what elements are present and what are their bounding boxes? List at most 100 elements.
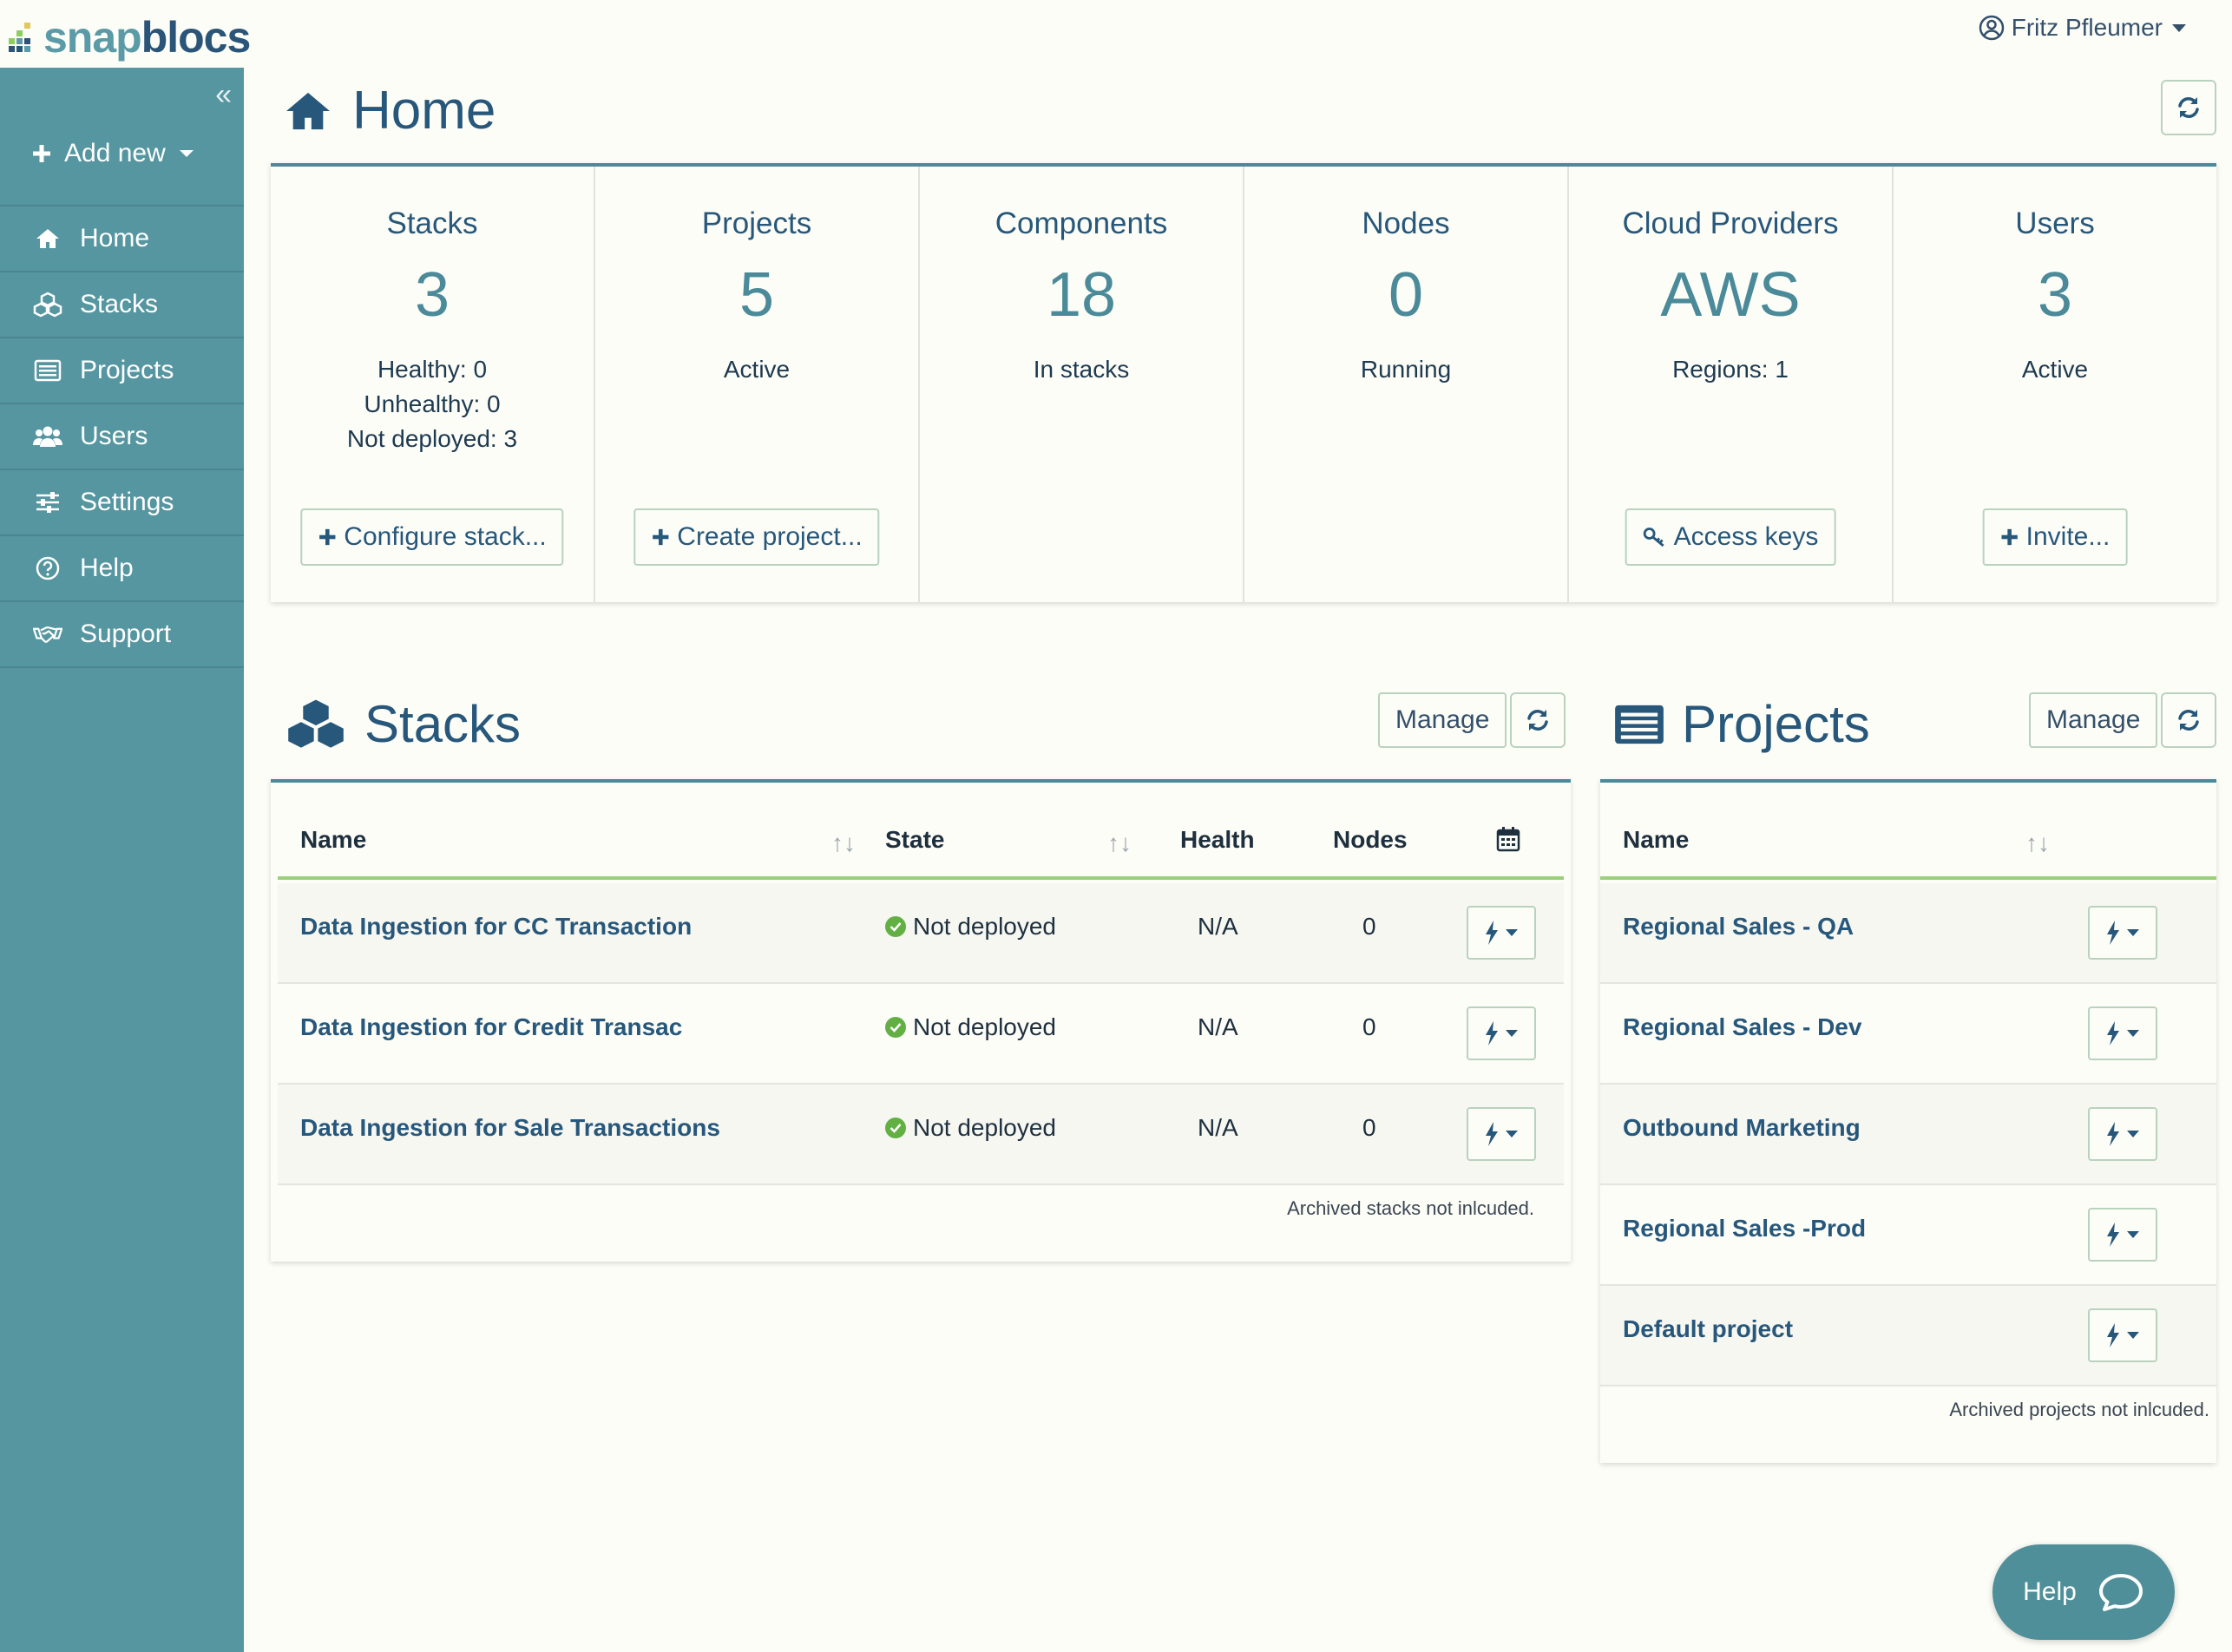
- sort-icon[interactable]: ↑↓: [831, 829, 856, 857]
- project-name-link[interactable]: Regional Sales -Prod: [1623, 1215, 1866, 1242]
- bolt-icon: [2105, 1121, 2121, 1147]
- brand-logo[interactable]: snapblocs: [9, 12, 251, 62]
- summary-unhealthy: Unhealthy: 0: [364, 390, 501, 417]
- sidebar-item-label: Users: [80, 422, 148, 450]
- home-icon: [33, 227, 62, 250]
- table-row: Data Ingestion for Sale Transactions Not…: [278, 1085, 1564, 1185]
- stack-nodes: 0: [1362, 1013, 1376, 1040]
- stack-state: Not deployed: [885, 913, 1056, 941]
- stacks-title: Stacks: [364, 695, 522, 753]
- users-icon: [33, 424, 62, 449]
- refresh-projects-button[interactable]: [2161, 692, 2216, 748]
- bolt-icon: [1484, 1121, 1500, 1147]
- summary-sub: In stacks: [1033, 356, 1130, 383]
- projects-heading: Projects: [1612, 694, 1870, 754]
- user-menu[interactable]: Fritz Pfleumer: [1979, 14, 2189, 42]
- sidebar-item-support[interactable]: Support: [0, 602, 244, 668]
- sidebar-item-projects[interactable]: Projects: [0, 338, 244, 404]
- stack-actions-dropdown[interactable]: [1467, 1107, 1536, 1161]
- table-row: Regional Sales - Dev: [1600, 984, 2216, 1085]
- help-widget-label: Help: [2023, 1577, 2077, 1606]
- key-icon: [1643, 527, 1667, 547]
- page-title: Home: [352, 81, 496, 141]
- summary-value: AWS: [1660, 260, 1801, 330]
- sidebar-item-home[interactable]: Home: [0, 206, 244, 272]
- configure-stack-button[interactable]: Configure stack...: [300, 508, 564, 566]
- column-header-state[interactable]: State: [885, 826, 944, 854]
- manage-stacks-button[interactable]: Manage: [1378, 692, 1507, 748]
- sidebar-item-users[interactable]: Users: [0, 404, 244, 470]
- invite-button[interactable]: Invite...: [1982, 508, 2128, 566]
- summary-sub: Regions: 1: [1672, 356, 1789, 383]
- column-header-name[interactable]: Name: [300, 826, 366, 854]
- table-row: Outbound Marketing: [1600, 1085, 2216, 1185]
- project-name-link[interactable]: Regional Sales - Dev: [1623, 1013, 1861, 1041]
- plus-icon: [318, 528, 337, 547]
- project-actions-dropdown[interactable]: [2088, 1308, 2157, 1362]
- project-actions-dropdown[interactable]: [2088, 1107, 2157, 1161]
- stack-name-link[interactable]: Data Ingestion for CC Transaction: [300, 913, 692, 941]
- caret-down-icon: [2126, 1029, 2140, 1038]
- refresh-page-button[interactable]: [2161, 80, 2216, 135]
- stacks-table: Name ↑↓ State ↑↓ Health Nodes Data Inges…: [271, 779, 1571, 1262]
- cubes-icon: [283, 697, 349, 752]
- stacks-table-header: Name ↑↓ State ↑↓ Health Nodes: [278, 800, 1564, 880]
- create-project-button[interactable]: Create project...: [633, 508, 880, 566]
- bolt-icon: [1484, 1020, 1500, 1046]
- bolt-icon: [2105, 1020, 2121, 1046]
- stack-actions-dropdown[interactable]: [1467, 1006, 1536, 1060]
- sort-icon[interactable]: ↑↓: [2025, 829, 2050, 857]
- stack-actions-dropdown[interactable]: [1467, 906, 1536, 960]
- stack-health: N/A: [1198, 913, 1238, 940]
- sidebar-item-settings[interactable]: Settings: [0, 470, 244, 536]
- sidebar-item-help[interactable]: Help: [0, 536, 244, 602]
- sidebar-item-label: Support: [80, 620, 172, 648]
- list-icon: [33, 359, 62, 382]
- sidebar-item-label: Settings: [80, 488, 174, 516]
- list-icon: [1612, 703, 1666, 746]
- sidebar-item-label: Help: [80, 554, 134, 582]
- check-circle-icon: [885, 916, 906, 937]
- bolt-icon: [1484, 920, 1500, 946]
- summary-cloud-providers: Cloud Providers AWS Regions: 1 Access ke…: [1569, 167, 1894, 602]
- sidebar-item-stacks[interactable]: Stacks: [0, 272, 244, 338]
- caret-down-icon: [2126, 1331, 2140, 1340]
- table-row: Data Ingestion for Credit Transac Not de…: [278, 984, 1564, 1085]
- stacks-heading: Stacks: [283, 694, 521, 754]
- sidebar-nav: Home Stacks Projects Users Settings Help…: [0, 205, 244, 668]
- stack-name-link[interactable]: Data Ingestion for Sale Transactions: [300, 1114, 720, 1142]
- collapse-sidebar-icon[interactable]: «: [215, 80, 232, 109]
- project-actions-dropdown[interactable]: [2088, 1208, 2157, 1262]
- summary-projects: Projects 5 Active Create project...: [595, 167, 920, 602]
- handshake-icon: [33, 623, 62, 646]
- refresh-stacks-button[interactable]: [1510, 692, 1566, 748]
- add-new-button[interactable]: Add new: [31, 139, 195, 168]
- stack-name-link[interactable]: Data Ingestion for Credit Transac: [300, 1013, 682, 1041]
- check-circle-icon: [885, 1017, 906, 1038]
- plus-icon: [651, 528, 670, 547]
- help-widget-button[interactable]: Help: [1992, 1544, 2175, 1640]
- project-name-link[interactable]: Regional Sales - QA: [1623, 913, 1854, 941]
- bolt-icon: [2105, 1322, 2121, 1348]
- calendar-icon[interactable]: [1496, 826, 1520, 852]
- caret-down-icon: [1505, 1130, 1519, 1138]
- refresh-icon: [2176, 708, 2201, 732]
- summary-users: Users 3 Active Invite...: [1894, 167, 2216, 602]
- cubes-icon: [33, 292, 62, 318]
- project-name-link[interactable]: Default project: [1623, 1315, 1793, 1343]
- plus-icon: [31, 143, 52, 164]
- access-keys-button[interactable]: Access keys: [1625, 508, 1836, 566]
- project-actions-dropdown[interactable]: [2088, 906, 2157, 960]
- summary-label: Cloud Providers: [1622, 206, 1839, 240]
- user-name: Fritz Pfleumer: [2011, 14, 2163, 41]
- stack-state: Not deployed: [885, 1013, 1056, 1041]
- project-name-link[interactable]: Outbound Marketing: [1623, 1114, 1861, 1142]
- column-header-name[interactable]: Name: [1623, 826, 1689, 854]
- summary-sub: Active: [2021, 356, 2089, 383]
- chat-bubble-icon: [2097, 1572, 2144, 1612]
- manage-projects-button[interactable]: Manage: [2029, 692, 2158, 748]
- sort-icon[interactable]: ↑↓: [1107, 829, 1132, 857]
- check-circle-icon: [885, 1118, 906, 1138]
- project-actions-dropdown[interactable]: [2088, 1006, 2157, 1060]
- sidebar-item-label: Projects: [80, 356, 174, 384]
